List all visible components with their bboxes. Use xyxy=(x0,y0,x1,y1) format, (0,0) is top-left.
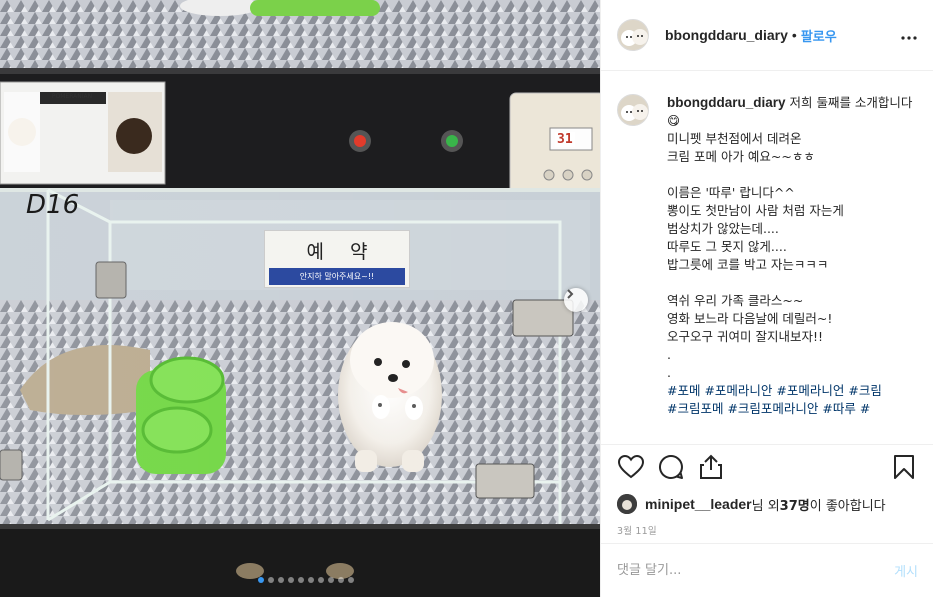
reserved-sign-subtext: 안지하 말아주세요~!! xyxy=(269,268,405,285)
likes-text-1: 님 외 xyxy=(751,498,780,514)
carousel-dot xyxy=(278,577,284,583)
post-header: bbongddaru_diary • 팔로우 xyxy=(601,0,933,71)
post-date[interactable]: 3월 11일 xyxy=(601,523,933,537)
heart-icon xyxy=(617,454,645,483)
avatar[interactable] xyxy=(617,19,649,51)
carousel-dot xyxy=(268,577,274,583)
carousel-dot xyxy=(298,577,304,583)
header-separator: • xyxy=(791,27,797,43)
follow-button[interactable]: 팔로우 xyxy=(801,26,837,45)
more-options-button[interactable] xyxy=(901,26,917,42)
save-button[interactable] xyxy=(890,455,918,483)
reserved-sign: 예 약 안지하 말아주세요~!! xyxy=(264,230,410,288)
post-comment-button[interactable]: 게시 xyxy=(894,561,918,580)
thermostat-reading: 31 xyxy=(555,132,575,147)
post-sidebar: bbongddaru_diary • 팔로우 bbongddaru_diary … xyxy=(600,0,933,597)
caption-avatar[interactable] xyxy=(617,94,649,126)
comment-input[interactable] xyxy=(617,563,895,578)
caption-text: bbongddaru_diary 저희 둘째를 소개합니다😋 미니펫 부천점에서… xyxy=(667,94,918,418)
breed-card-title: POMERANIAN xyxy=(51,93,93,100)
carousel-next-button[interactable] xyxy=(564,288,588,312)
comment-bubble-icon xyxy=(658,454,684,484)
more-horizontal-icon xyxy=(901,25,917,44)
pet-store-photo xyxy=(0,0,600,597)
caption-section: bbongddaru_diary 저희 둘째를 소개합니다😋 미니펫 부천점에서… xyxy=(601,72,933,444)
carousel-dot xyxy=(328,577,334,583)
bookmark-icon xyxy=(893,454,915,484)
caption-username[interactable]: bbongddaru_diary xyxy=(667,95,786,110)
reserved-sign-text: 예 약 xyxy=(306,241,378,263)
carousel-dot xyxy=(308,577,314,583)
post-photo[interactable]: D16 POMERANIAN 31 예 약 안지하 말아주세요~!! xyxy=(0,0,600,597)
liker-avatar[interactable] xyxy=(617,494,637,514)
header-username[interactable]: bbongddaru_diary xyxy=(665,27,788,43)
carousel-indicator xyxy=(258,577,354,583)
comment-button[interactable] xyxy=(657,454,685,484)
cabinet-label: D16 xyxy=(26,190,80,220)
carousel-dot xyxy=(318,577,324,583)
likes-text-2: 이 좋아합니다 xyxy=(809,498,886,514)
comment-box: 게시 xyxy=(601,543,933,597)
likes-count[interactable]: 37명 xyxy=(780,495,810,514)
caption-hashtags[interactable]: #포메 #포메라니안 #포메라니언 #크림 #크림포메 #크림포메라니안 #따루… xyxy=(667,383,882,416)
post-actions: minipet__leader 님 외 37명 이 좋아합니다 3월 11일 xyxy=(601,444,933,544)
like-button[interactable] xyxy=(617,454,645,483)
carousel-dot xyxy=(288,577,294,583)
share-icon xyxy=(699,454,723,484)
carousel-dot xyxy=(338,577,344,583)
carousel-dot xyxy=(348,577,354,583)
likes-summary: minipet__leader 님 외 37명 이 좋아합니다 xyxy=(601,493,933,515)
carousel-dot xyxy=(258,577,264,583)
liker-username[interactable]: minipet__leader xyxy=(645,496,752,512)
caption-body: 저희 둘째를 소개합니다😋 미니펫 부천점에서 데려온 크림 포메 아가 예요~… xyxy=(667,95,913,380)
share-button[interactable] xyxy=(697,454,725,484)
